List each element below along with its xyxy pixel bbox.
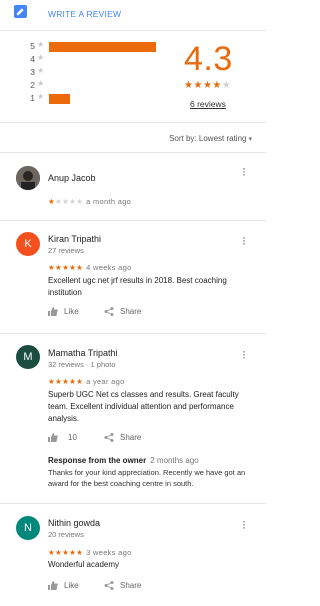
avatar[interactable]: K	[16, 232, 40, 256]
like-label: Like	[64, 581, 79, 590]
owner-response-label: Response from the owner	[48, 456, 147, 465]
star-icon: ★	[37, 92, 45, 101]
star-icon: ★	[37, 40, 45, 49]
divider	[0, 122, 266, 123]
review-time: 3 weeks ago	[86, 548, 132, 557]
average-rating-stars: ★★★★★	[184, 80, 231, 91]
share-icon	[104, 307, 114, 316]
owner-response-title: Response from the owner 2 months ago	[48, 456, 258, 465]
star-icon: ★	[37, 66, 45, 75]
divider	[0, 30, 266, 31]
sort-dropdown[interactable]: Sort by: Lowest rating ▾	[169, 134, 252, 143]
histogram-star-label: 3	[30, 67, 35, 77]
like-count: 10	[68, 433, 77, 442]
reviewer-meta: 20 reviews	[48, 530, 84, 539]
histogram-row-3: 3 ★	[28, 66, 138, 77]
like-label: Like	[64, 307, 79, 316]
divider	[0, 333, 266, 334]
star-icon: ★	[48, 548, 56, 557]
share-label: Share	[120, 433, 142, 442]
review-stars: ★★★★★ 4 weeks ago	[48, 263, 132, 272]
more-vert-icon[interactable]: · · ·	[241, 162, 247, 180]
star-icon: ★	[76, 197, 84, 206]
review-count-link[interactable]: 6 reviews	[190, 99, 226, 109]
star-icon: ★	[55, 263, 63, 272]
avatar[interactable]: N	[16, 516, 40, 540]
share-icon	[104, 433, 114, 442]
like-button[interactable]: Like	[48, 307, 79, 316]
owner-response-time: 2 months ago	[150, 456, 199, 465]
review-time: a year ago	[86, 377, 125, 386]
write-review-label[interactable]: WRITE A REVIEW	[48, 9, 121, 19]
thumb-up-icon	[48, 433, 58, 442]
review-stars: ★★★★★ a year ago	[48, 377, 125, 386]
histogram-star-label: 2	[30, 80, 35, 90]
star-icon: ★	[48, 263, 56, 272]
star-icon: ★	[76, 377, 84, 386]
histogram-row-2: 2 ★	[28, 79, 138, 90]
star-icon: ★	[55, 377, 63, 386]
reviewer-meta: 27 reviews	[48, 246, 84, 255]
chevron-down-icon: ▾	[248, 136, 252, 143]
star-icon: ★	[48, 197, 56, 206]
histogram-row-5: 5 ★	[28, 40, 156, 52]
thumb-up-icon	[48, 307, 58, 316]
star-icon: ★	[76, 548, 84, 557]
review-stars: ★★★★★ a month ago	[48, 197, 131, 206]
histogram-bar	[49, 42, 156, 52]
histogram-star-label: 1	[30, 93, 35, 103]
sort-value: Lowest rating	[198, 134, 247, 143]
histogram-row-1: 1 ★	[28, 92, 138, 104]
review-time: a month ago	[86, 197, 132, 206]
reviewer-name[interactable]: Nithin gowda	[48, 518, 100, 528]
pencil-icon	[14, 5, 27, 18]
share-button[interactable]: Share	[104, 581, 141, 590]
star-icon: ★	[55, 548, 63, 557]
histogram-bar	[49, 94, 70, 104]
review-stars: ★★★★★ 3 weeks ago	[48, 548, 132, 557]
star-icon: ★	[193, 80, 203, 91]
reviewer-name[interactable]: Anup Jacob	[48, 173, 96, 183]
more-vert-icon[interactable]: · · ·	[241, 231, 247, 249]
reviewer-name[interactable]: Kiran Tripathi	[48, 234, 101, 244]
more-vert-icon[interactable]: · · ·	[241, 345, 247, 363]
star-icon: ★	[76, 263, 84, 272]
share-icon	[104, 581, 114, 590]
histogram-star-label: 5	[30, 41, 35, 51]
star-icon: ★	[48, 377, 56, 386]
star-icon: ★	[221, 80, 232, 91]
like-button[interactable]: Like	[48, 581, 79, 590]
thumb-up-icon	[48, 581, 58, 590]
review-text: Excellent ugc net jrf results in 2018. B…	[48, 276, 227, 297]
reviewer-meta: 32 reviews · 1 photo	[48, 360, 116, 369]
star-icon: ★	[55, 197, 63, 206]
avatar[interactable]	[16, 166, 40, 190]
avatar[interactable]: M	[16, 345, 40, 369]
star-icon: ★	[37, 53, 45, 62]
more-vert-icon[interactable]: · · ·	[241, 515, 247, 533]
sort-label: Sort by:	[169, 134, 197, 143]
share-label: Share	[120, 581, 142, 590]
histogram-row-4: 4 ★	[28, 53, 138, 64]
divider	[0, 220, 266, 221]
divider	[0, 503, 266, 504]
star-icon: ★	[37, 79, 45, 88]
reviewer-name[interactable]: Mamatha Tripathi	[48, 348, 118, 358]
average-rating: 4.3	[184, 40, 233, 78]
share-button[interactable]: Share	[104, 307, 141, 316]
write-review-bar[interactable]: WRITE A REVIEW	[0, 0, 266, 26]
share-button[interactable]: Share	[104, 433, 141, 442]
review-text: Superb UGC Net cs classes and results. G…	[48, 390, 239, 423]
review-text: Wonderful academy	[48, 560, 119, 569]
review-time: 4 weeks ago	[86, 263, 132, 272]
star-icon: ★	[202, 80, 213, 91]
divider	[0, 152, 266, 153]
histogram-star-label: 4	[30, 54, 35, 64]
like-button[interactable]: 10	[48, 433, 77, 442]
share-label: Share	[120, 307, 142, 316]
owner-response-text: Thanks for your kind appreciation. Recen…	[48, 468, 246, 488]
star-icon: ★	[212, 80, 222, 91]
owner-response: Response from the owner 2 months ago Than…	[48, 456, 258, 489]
